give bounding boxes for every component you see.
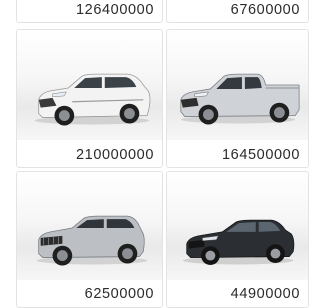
silver-pickup-truck-image[interactable] [167,30,308,140]
pickup-truck-icon [180,73,300,125]
listing-card[interactable]: 62500000 [16,171,163,308]
black-sedan-image[interactable] [167,172,308,280]
listing-card[interactable]: 44900000 [166,171,309,308]
listing-price: 67600000 [230,2,300,18]
listing-card[interactable]: 210000000 [16,29,163,168]
listing-price: 126400000 [76,2,154,18]
listing-price: 44900000 [230,286,300,302]
listing-price: 164500000 [222,147,300,163]
listing-grid: 126400000 67600000 210000000 164500000 6… [0,0,309,308]
listing-price: 62500000 [84,286,154,302]
sedan-icon [182,219,295,265]
listing-card[interactable]: 164500000 [166,29,309,168]
listing-card[interactable]: 67600000 [166,0,309,23]
listing-card[interactable]: 126400000 [16,0,163,23]
silver-compact-suv-image[interactable] [17,172,162,280]
listing-price: 210000000 [76,147,154,163]
white-suv-image[interactable] [17,30,162,140]
compact-suv-icon [36,215,148,266]
suv-icon [34,73,151,126]
